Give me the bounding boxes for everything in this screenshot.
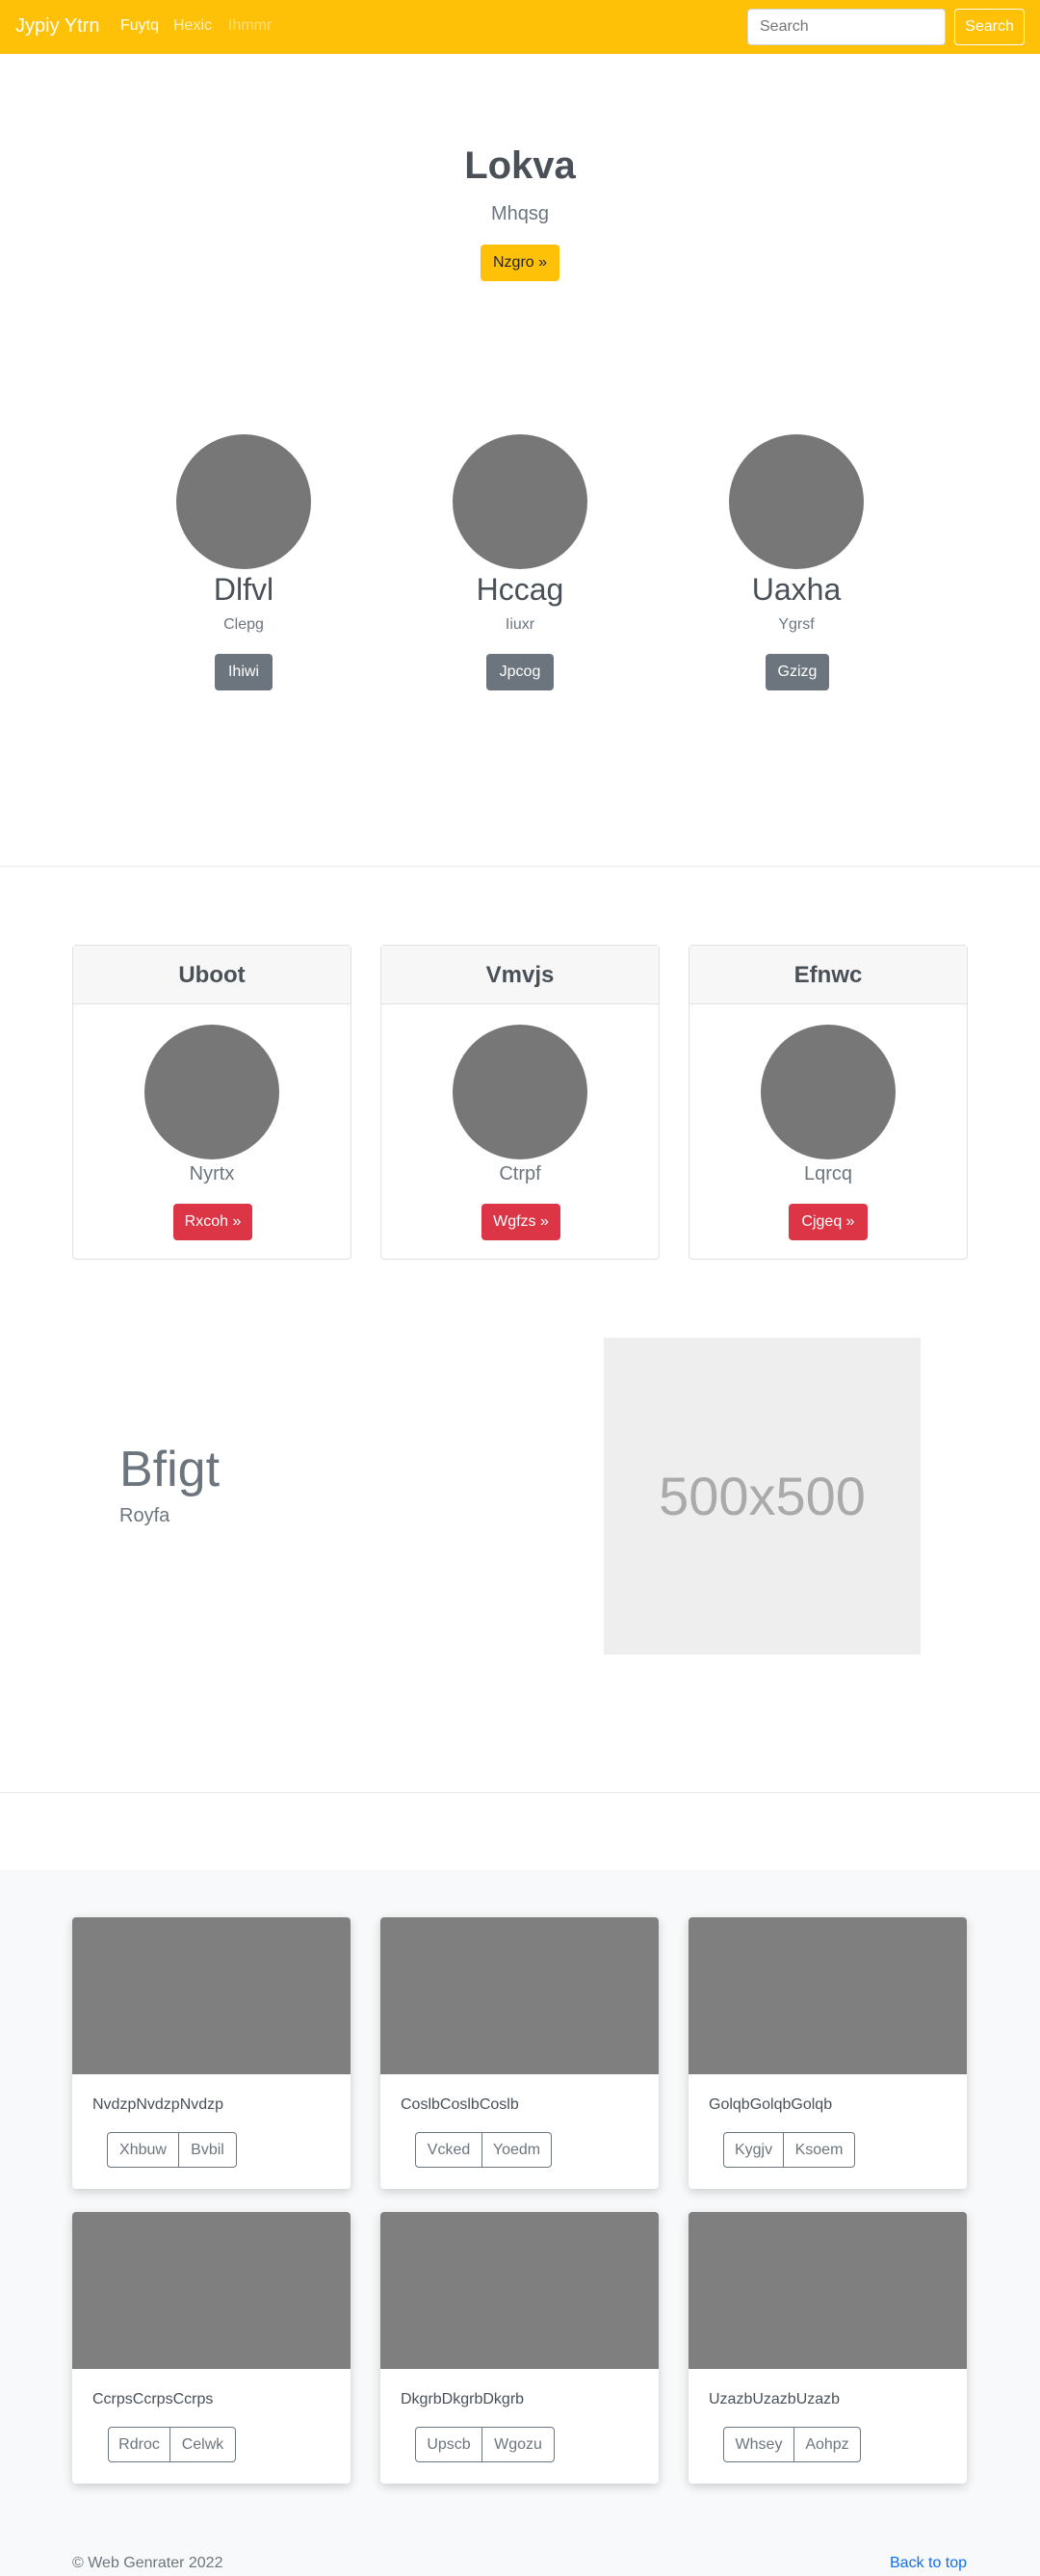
album-button[interactable]: Vcked [415,2132,482,2168]
album-card: CcrpsCcrpsCcrps Rdroc Celwk [72,2212,351,2484]
avatar [729,434,864,569]
album-thumbnail [72,1917,351,2074]
card-button[interactable]: Wgfzs » [481,1204,560,1240]
card-header: Vmvjs [381,946,659,1004]
album-card-text: NvdzpNvdzpNvdzp [92,2096,224,2113]
hero-button[interactable]: Nzgro » [481,245,559,281]
team-member-button[interactable]: Gzizg [766,654,829,690]
album-thumbnail [689,1917,967,2074]
feature-card: Vmvjs Ctrpf Wgfzs » [380,945,660,1260]
hero-subtitle: Mhqsg [490,203,550,224]
album-button[interactable]: Whsey [723,2427,794,2462]
album-button[interactable]: Aohpz [794,2427,861,2462]
album-card-text: CcrpsCcrpsCcrps [92,2391,214,2407]
feature-card: Uboot Nyrtx Rxcoh » [72,945,351,1260]
search-button[interactable]: Search [954,9,1025,45]
button-group: Whsey Aohpz [723,2427,861,2462]
team-member-button[interactable]: Ihiwi [215,654,273,690]
search-input[interactable] [747,9,946,45]
card-header: Uboot [73,946,351,1004]
avatar [453,434,587,569]
album-thumbnail [689,2212,967,2369]
navbar: Jypiy Ytrn Fuytq Hexic Ihmmr Search [0,0,1040,54]
section-divider [0,866,1040,867]
footer-copyright: © Web Genrater 2022 [72,2555,223,2571]
nav-link-3[interactable]: Ihmmr [228,17,272,35]
button-group: Xhbuw Bvbil [107,2132,237,2168]
team-member-name: Hccag [476,572,564,607]
navbar-brand[interactable]: Jypiy Ytrn [15,15,99,38]
section-divider [0,1792,1040,1793]
avatar [176,434,311,569]
team-member-role: Iiuxr [505,616,535,633]
feature-title: Bfigt [119,1442,221,1497]
button-group: Kygjv Ksoem [723,2132,855,2168]
team-member-name: Uaxha [751,572,842,607]
album-thumbnail [380,2212,659,2369]
album-card: DkgrbDkgrbDkgrb Upscb Wgozu [380,2212,659,2484]
album-button[interactable]: Ksoem [784,2132,855,2168]
team-member-role: Clepg [223,616,264,633]
card-text: Lqrcq [803,1163,853,1184]
button-group: Rdroc Celwk [108,2427,236,2462]
album-button[interactable]: Celwk [170,2427,236,2462]
album-button[interactable]: Wgozu [482,2427,555,2462]
feature-card: Efnwc Lqrcq Cjgeq » [689,945,968,1260]
card-button[interactable]: Cjgeq » [789,1204,868,1240]
team-member-button[interactable]: Jpcog [486,654,554,690]
card-text: Nyrtx [189,1163,235,1184]
placeholder-image: 500x500 [604,1338,921,1654]
feature-subtitle: Royfa [119,1505,170,1526]
album-card: NvdzpNvdzpNvdzp Xhbuw Bvbil [72,1917,351,2189]
card-button[interactable]: Rxcoh » [173,1204,252,1240]
team-member-role: Ygrsf [778,616,815,633]
album-button[interactable]: Upscb [415,2427,482,2462]
card-header: Efnwc [689,946,967,1004]
album-card-text: DkgrbDkgrbDkgrb [401,2391,525,2407]
album-card-text: CoslbCoslbCoslb [401,2096,519,2113]
team-member-name: Dlfvl [213,572,274,607]
album-card-text: GolqbGolqbGolqb [709,2096,833,2113]
album-card: GolqbGolqbGolqb Kygjv Ksoem [689,1917,967,2189]
album-card-text: UzazbUzazbUzazb [709,2391,841,2407]
nav-link-2[interactable]: Hexic [173,17,212,35]
album-button[interactable]: Kygjv [723,2132,784,2168]
nav-link-1[interactable]: Fuytq [120,17,159,35]
album-card: CoslbCoslbCoslb Vcked Yoedm [380,1917,659,2189]
button-group: Upscb Wgozu [415,2427,555,2462]
album-button[interactable]: Yoedm [482,2132,552,2168]
album-card: UzazbUzazbUzazb Whsey Aohpz [689,2212,967,2484]
hero-title: Lokva [464,144,576,187]
album-thumbnail [380,1917,659,2074]
card-image [453,1025,587,1159]
card-image [144,1025,279,1159]
album-button[interactable]: Xhbuw [107,2132,179,2168]
album-button[interactable]: Rdroc [108,2427,170,2462]
button-group: Vcked Yoedm [415,2132,552,2168]
back-to-top-link[interactable]: Back to top [890,2555,967,2572]
album-button[interactable]: Bvbil [179,2132,237,2168]
card-text: Ctrpf [499,1163,541,1184]
card-image [761,1025,896,1159]
album-thumbnail [72,2212,351,2369]
